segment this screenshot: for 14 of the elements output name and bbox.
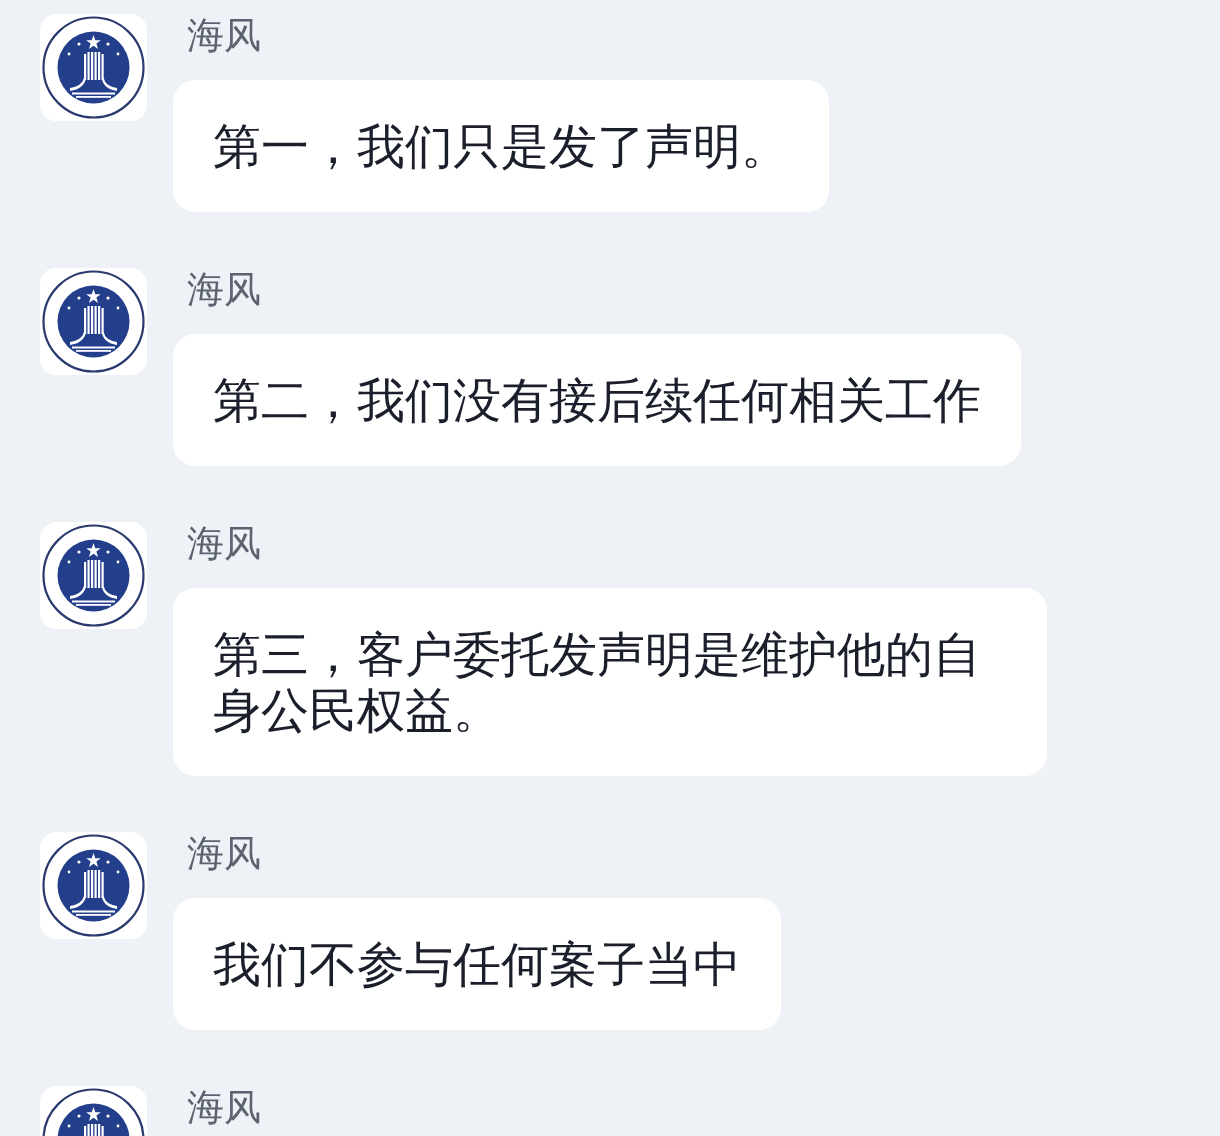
message-bubble: 第一，我们只是发了声明。 [173,80,829,212]
emblem-icon [40,1086,147,1136]
message-bubble: 第二，我们没有接后续任何相关工作 [173,334,1021,466]
sender-name: 海风 [186,522,261,566]
sender-name: 海风 [186,268,261,312]
message-bubble: 第三，客户委托发声明是维护他的自身公民权益。 [173,588,1047,776]
sender-name: 海风 [186,14,261,58]
emblem-icon [40,832,147,939]
emblem-icon [40,522,147,629]
emblem-icon [40,268,147,375]
message-bubble: 我们不参与任何案子当中 [173,898,781,1030]
emblem-icon [40,14,147,121]
sender-name: 海风 [186,832,261,876]
sender-name: 海风 [186,1086,261,1130]
